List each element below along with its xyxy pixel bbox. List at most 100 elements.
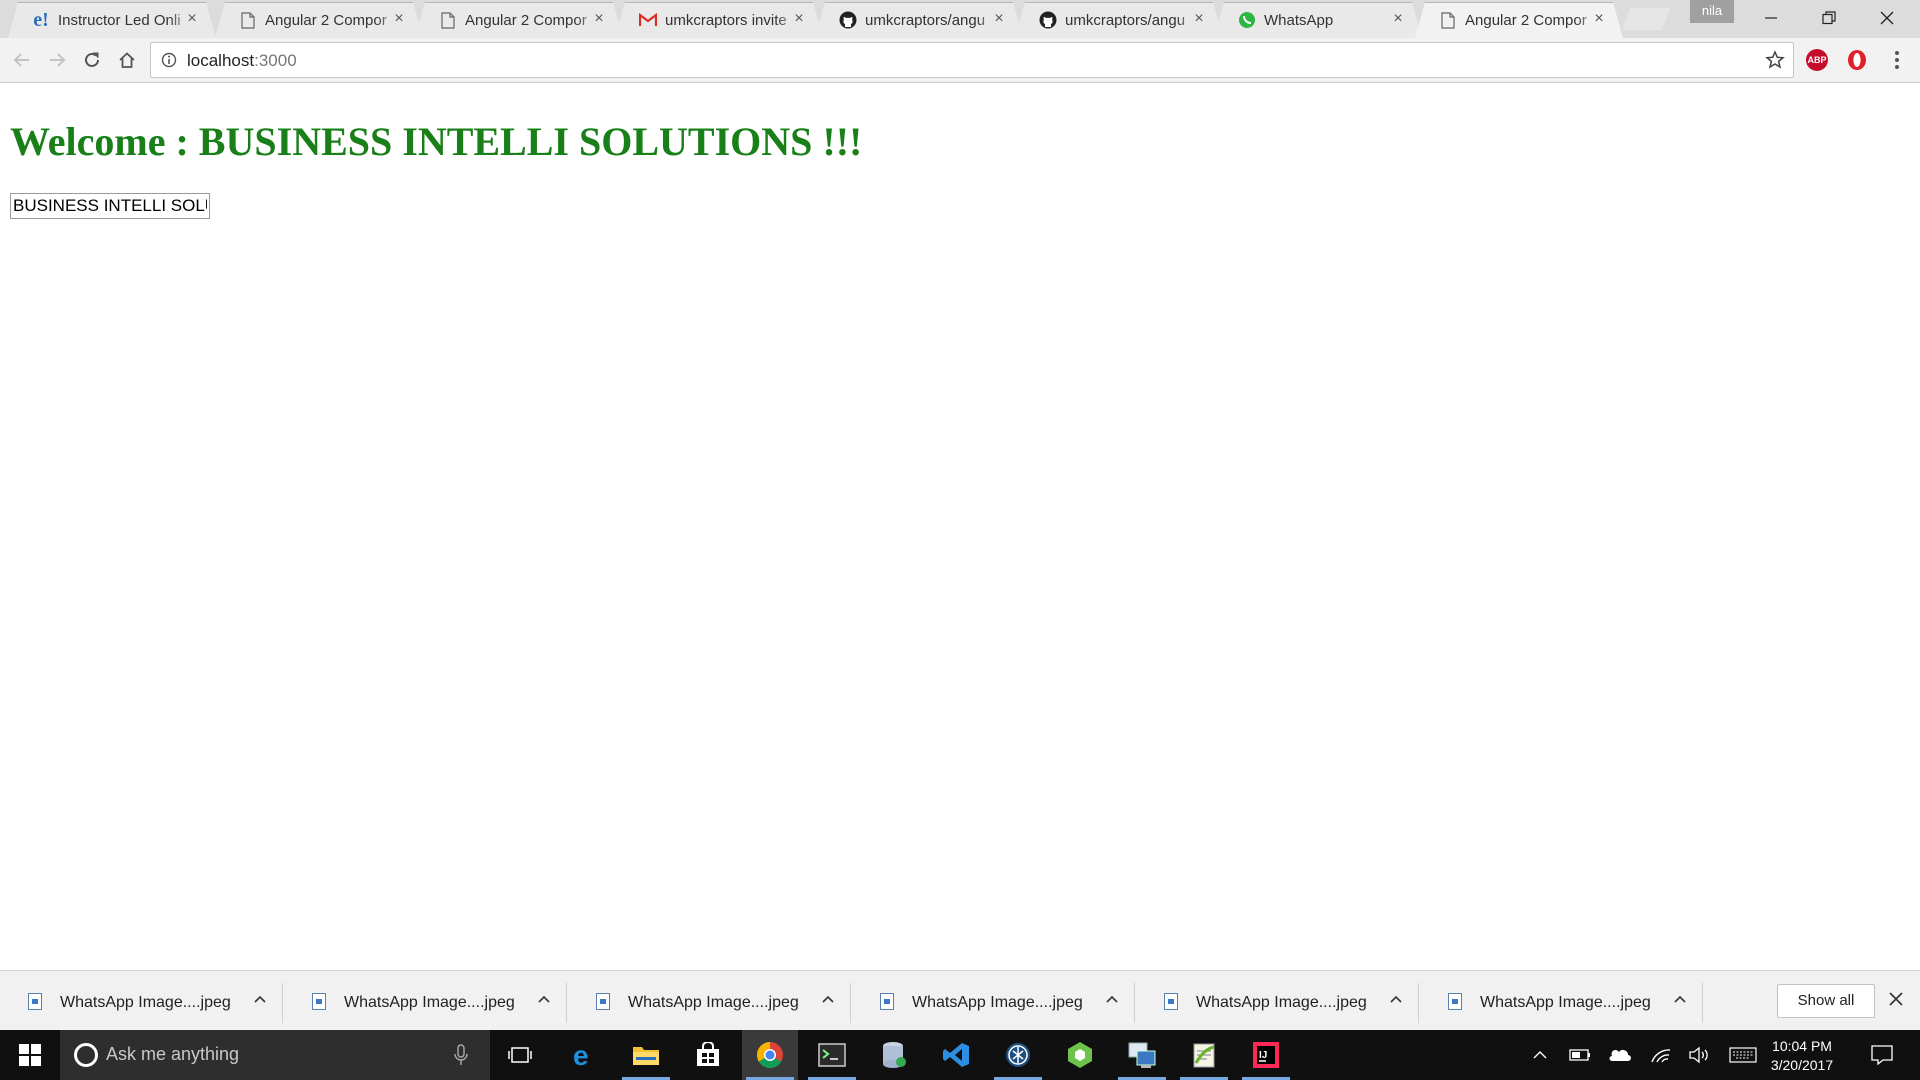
chevron-up-icon[interactable] (1670, 989, 1690, 1009)
chrome-menu-button[interactable] (1883, 46, 1911, 74)
edge-button[interactable]: e (556, 1030, 612, 1080)
browser-tab[interactable]: e! Instructor Led Onli × (8, 2, 216, 38)
download-item[interactable]: WhatsApp Image....jpeg (568, 971, 851, 1031)
page-content: Welcome : BUSINESS INTELLI SOLUTIONS !!! (0, 84, 1920, 970)
remote-desktop-button[interactable] (1114, 1030, 1170, 1080)
show-all-button[interactable]: Show all (1777, 984, 1875, 1018)
browser-tab[interactable]: Angular 2 Compor × (215, 2, 423, 38)
notepadpp-icon (1193, 1043, 1215, 1068)
intellij-button[interactable]: IJ (1238, 1030, 1294, 1080)
tab-title: umkcraptors invite (665, 11, 787, 29)
tab-close-icon[interactable]: × (1191, 11, 1207, 27)
close-icon (1889, 992, 1903, 1006)
chevron-up-icon[interactable] (1102, 989, 1122, 1009)
start-button[interactable] (0, 1030, 60, 1080)
image-file-icon (880, 993, 894, 1010)
store-button[interactable] (680, 1030, 736, 1080)
show-hidden-icons-button[interactable] (1528, 1030, 1552, 1080)
tab-close-icon[interactable]: × (791, 11, 807, 27)
minimize-icon (1765, 17, 1777, 19)
download-filename: WhatsApp Image....jpeg (912, 994, 1083, 1011)
whatsapp-icon (1238, 11, 1256, 29)
file-explorer-button[interactable] (618, 1030, 674, 1080)
clock-date: 3/20/2017 (1770, 1057, 1834, 1073)
svg-text:IJ: IJ (1259, 1050, 1267, 1061)
new-tab-button[interactable] (1622, 8, 1670, 30)
chevron-up-icon[interactable] (1386, 989, 1406, 1009)
tab-close-icon[interactable]: × (991, 11, 1007, 27)
browser-tab[interactable]: umkcraptors/angu × (815, 2, 1023, 38)
close-window-button[interactable] (1858, 0, 1916, 36)
download-item[interactable]: WhatsApp Image....jpeg (1136, 971, 1419, 1031)
tab-title: umkcraptors/angu (865, 11, 986, 29)
chevron-up-icon[interactable] (534, 989, 554, 1009)
url-text[interactable]: localhost:3000 (187, 51, 297, 71)
terminal-button[interactable] (804, 1030, 860, 1080)
tab-close-icon[interactable]: × (591, 11, 607, 27)
tab-title: Instructor Led Onli (58, 11, 181, 29)
adblock-plus-icon[interactable]: ABP (1806, 49, 1828, 71)
image-file-icon (312, 993, 326, 1010)
bookmark-star-icon[interactable] (1765, 50, 1785, 75)
download-separator (1418, 983, 1419, 1023)
profile-button[interactable]: nila (1690, 0, 1734, 23)
action-center-button[interactable] (1862, 1030, 1902, 1080)
download-item[interactable]: WhatsApp Image....jpeg (1420, 971, 1703, 1031)
tab-close-icon[interactable]: × (391, 11, 407, 27)
sql-tool-icon (883, 1042, 906, 1068)
windows-taskbar: Ask me anything e IJ 10:04 PM 3/20/2017 (0, 1030, 1920, 1080)
reload-button[interactable] (78, 46, 106, 74)
chevron-up-icon[interactable] (818, 989, 838, 1009)
opera-vpn-icon[interactable] (1846, 49, 1868, 71)
page-icon (239, 11, 257, 29)
browser-tab[interactable]: WhatsApp × (1214, 2, 1422, 38)
close-icon (1880, 11, 1894, 25)
tab-strip: e! Instructor Led Onli × Angular 2 Compor × A… (0, 0, 1920, 38)
nodejs-button[interactable] (1052, 1030, 1108, 1080)
touch-keyboard-icon[interactable] (1726, 1030, 1760, 1080)
download-shelf: WhatsApp Image....jpeg WhatsApp Image....… (0, 970, 1920, 1030)
tab-title: WhatsApp (1264, 11, 1334, 29)
tab-close-icon[interactable]: × (1390, 11, 1406, 27)
download-item[interactable]: WhatsApp Image....jpeg (284, 971, 567, 1031)
chevron-up-icon[interactable] (250, 989, 270, 1009)
task-view-button[interactable] (492, 1030, 548, 1080)
download-item[interactable]: WhatsApp Image....jpeg (0, 971, 283, 1031)
sql-tool-button[interactable] (866, 1030, 922, 1080)
restore-button[interactable] (1800, 0, 1858, 36)
onedrive-icon[interactable] (1604, 1030, 1634, 1080)
close-shelf-button[interactable] (1886, 991, 1906, 1011)
notepadpp-button[interactable] (1176, 1030, 1232, 1080)
file-explorer-icon (633, 1047, 659, 1065)
forward-button[interactable] (43, 46, 71, 74)
info-icon[interactable] (161, 52, 177, 73)
tab-close-icon[interactable]: × (1591, 11, 1607, 27)
battery-icon[interactable] (1566, 1030, 1594, 1080)
download-filename: WhatsApp Image....jpeg (60, 994, 231, 1011)
chrome-button[interactable] (742, 1030, 798, 1080)
cortana-search-box[interactable]: Ask me anything (60, 1030, 490, 1080)
system-clock[interactable]: 10:04 PM 3/20/2017 (1760, 1037, 1844, 1075)
back-button[interactable] (8, 46, 36, 74)
address-bar[interactable]: localhost:3000 (150, 42, 1794, 78)
vscode-button[interactable] (928, 1030, 984, 1080)
home-button[interactable] (113, 46, 141, 74)
browser-tab[interactable]: umkcraptors invite × (615, 2, 823, 38)
download-separator (566, 983, 567, 1023)
wifi-icon[interactable] (1646, 1030, 1676, 1080)
git-tool-icon (1006, 1043, 1030, 1067)
vscode-icon (943, 1043, 969, 1067)
git-tool-button[interactable] (990, 1030, 1046, 1080)
github-icon (1039, 11, 1057, 29)
browser-tab[interactable]: umkcraptors/angu × (1015, 2, 1223, 38)
forward-arrow-icon (50, 53, 66, 67)
browser-tab[interactable]: Angular 2 Compor × (415, 2, 623, 38)
volume-icon[interactable] (1684, 1030, 1714, 1080)
microphone-icon[interactable] (454, 1044, 468, 1071)
tab-close-icon[interactable]: × (184, 11, 200, 27)
company-name-input[interactable] (10, 193, 210, 219)
browser-tab[interactable]: Angular 2 Compor × (1415, 2, 1623, 38)
minimize-button[interactable] (1742, 0, 1800, 36)
restore-icon (1822, 11, 1836, 25)
download-item[interactable]: WhatsApp Image....jpeg (852, 971, 1135, 1031)
